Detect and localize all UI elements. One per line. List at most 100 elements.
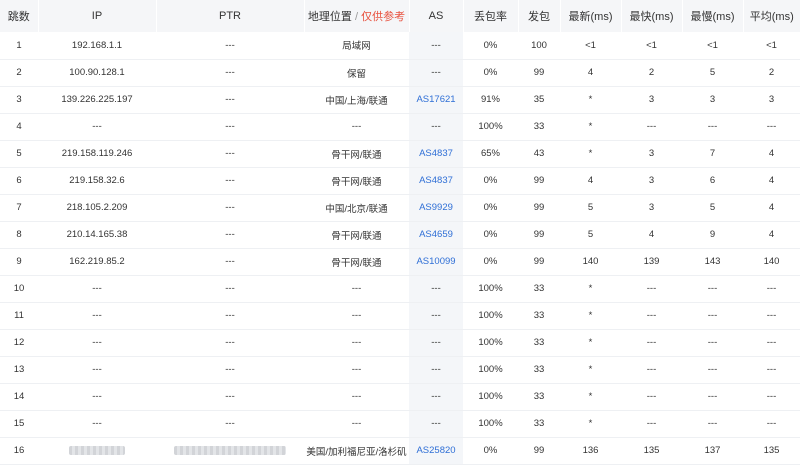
loss-cell: 100% [478,337,503,348]
as-cell: --- [409,329,463,356]
col-best-header: 最快(ms) [621,0,683,32]
avg-cell: --- [766,283,777,294]
worst-cell: 5 [709,202,716,213]
avg-cell: --- [766,418,777,429]
sent-cell: 33 [533,391,545,402]
as-link[interactable]: AS25820 [416,445,455,456]
ip-cell: 100.90.128.1 [69,67,125,78]
hop-cell: 16 [13,445,25,456]
worst-cell: --- [707,418,718,429]
col-sent-header: 发包 [518,0,561,32]
col-as-header: AS [409,0,464,32]
best-cell: 139 [643,256,660,267]
avg-cell: --- [766,391,777,402]
as-cell: --- [409,32,463,59]
hop-cell: 1 [16,39,22,51]
as-cell: AS10099 [409,248,463,275]
sent-cell: 43 [533,148,545,159]
avg-cell: --- [766,121,777,132]
col-ptr-header: PTR [156,0,305,32]
as-cell: --- [409,302,463,329]
sent-cell: 99 [533,202,545,213]
as-cell: --- [409,113,463,140]
as-link[interactable]: AS4837 [419,148,453,159]
ptr-cell: --- [225,283,235,294]
table-row: 2 100.90.128.1 --- 保留 --- 0% 99 4 2 5 2 [0,59,800,86]
ptr-cell: --- [225,391,235,402]
loss-cell: 0% [483,229,498,240]
col-hop-header: 跳数 [0,0,39,32]
ip-cell: 219.158.32.6 [69,175,125,186]
last-cell: 4 [587,175,594,186]
ip-cell: 192.168.1.1 [71,39,123,51]
ip-cell: 210.14.165.38 [66,229,128,240]
ip-cell: --- [92,418,102,429]
as-link[interactable]: AS17621 [416,94,455,105]
best-cell: --- [646,391,657,402]
worst-cell: --- [707,121,718,132]
table-row: 9 162.219.85.2 --- 骨干网/联通 AS10099 0% 99 140 139 1… [0,248,800,275]
geo-cell: --- [351,391,362,402]
worst-cell: --- [707,310,718,321]
as-link[interactable]: AS10099 [416,256,455,267]
as-link[interactable]: AS4837 [419,175,453,186]
hop-cell: 13 [13,364,25,375]
best-cell: --- [646,337,657,348]
as-cell: --- [409,356,463,383]
table-row: 11 --- --- --- --- 100% 33 * --- --- --- [0,302,800,329]
ptr-cell: --- [225,67,235,78]
table-row: 1 192.168.1.1 --- 局域网 --- 0% 100 <1 <1 <1 <1 [0,32,800,59]
as-cell: AS4837 [409,140,463,167]
geo-cell: 美国/加利福尼亚/洛杉矶 [306,446,407,458]
sent-cell: 33 [533,418,545,429]
ptr-cell: --- [225,148,235,159]
sent-cell: 33 [533,121,545,132]
last-cell: * [588,94,593,105]
table-row: 10 --- --- --- --- 100% 33 * --- --- --- [0,275,800,302]
last-cell: 136 [582,445,599,456]
geo-cell: --- [351,283,362,294]
as-cell: AS25820 [409,437,463,464]
best-cell: 3 [648,175,655,186]
avg-cell: 135 [763,445,780,456]
ptr-cell: --- [225,310,235,321]
ptr-cell: --- [225,364,235,375]
best-cell: 135 [643,445,660,456]
col-geo-header: 地理位置 / 仅供参考 [304,0,410,32]
sent-cell: 99 [533,445,545,456]
table-row: 4 --- --- --- --- 100% 33 * --- --- --- [0,113,800,140]
ptr-cell: --- [225,94,235,105]
best-cell: 3 [648,148,655,159]
loss-cell: 0% [483,67,498,78]
sent-cell: 33 [533,337,545,348]
loss-cell: 100% [478,310,503,321]
loss-cell: 100% [478,364,503,375]
loss-cell: 91% [480,94,500,105]
sent-cell: 33 [533,283,545,294]
worst-cell: 7 [709,148,716,159]
last-cell: * [588,121,593,132]
as-link[interactable]: AS4659 [419,229,453,240]
col-avg-header: 平均(ms) [749,11,794,23]
ptr-cell: --- [225,418,235,429]
table-row: 3 139.226.225.197 --- 中国/上海/联通 AS17621 91% 35 *… [0,86,800,113]
hop-cell: 9 [16,256,22,267]
as-cell: AS4659 [409,221,463,248]
worst-cell: --- [707,283,718,294]
geo-cell: 保留 [346,68,366,80]
ip-cell: --- [92,364,102,375]
ip-cell: 219.158.119.246 [61,148,133,159]
avg-cell: --- [766,364,777,375]
geo-cell: 骨干网/联通 [331,230,382,242]
avg-cell: 4 [768,148,775,159]
last-cell: 140 [582,256,599,267]
as-cell: --- [409,383,463,410]
ptr-cell: --- [225,175,235,186]
sent-cell: 99 [533,256,545,267]
loss-cell: 100% [478,121,503,132]
redacted-ip [69,445,125,455]
ip-cell [38,437,156,464]
loss-cell: 0% [483,175,498,186]
traceroute-table: 跳数 IP PTR 地理位置 / 仅供参考 AS 丢包率 发包 最新(ms) 最… [0,0,800,465]
as-link[interactable]: AS9929 [419,202,453,213]
